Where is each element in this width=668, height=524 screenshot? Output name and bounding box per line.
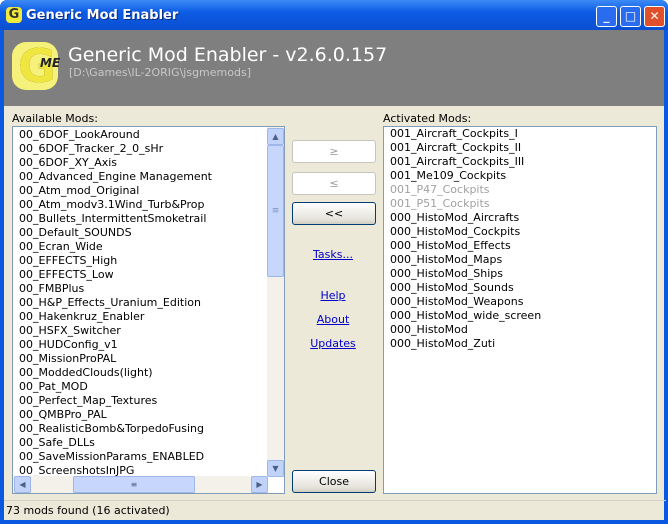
scroll-right-button[interactable]: ▶	[251, 476, 268, 493]
activated-mod-item[interactable]: 001_Aircraft_Cockpits_I	[384, 127, 656, 141]
available-mod-item[interactable]: 00_QMBPro_PAL	[13, 408, 284, 422]
mods-path: [D:\Games\IL-2ORIG\jsgmemods]	[69, 66, 251, 79]
available-mod-item[interactable]: 00_H&P_Effects_Uranium_Edition	[13, 296, 284, 310]
available-mod-item[interactable]: 00_Default_SOUNDS	[13, 226, 284, 240]
available-mod-item[interactable]: 00_Hakenkruz_Enabler	[13, 310, 284, 324]
activated-mod-item[interactable]: 000_HistoMod_Sounds	[384, 281, 656, 295]
activated-mod-item[interactable]: 000_HistoMod_Effects	[384, 239, 656, 253]
activated-mod-item[interactable]: 001_P51_Cockpits	[384, 197, 656, 211]
scroll-thumb[interactable]: ≡	[267, 145, 284, 277]
available-mod-item[interactable]: 00_FMBPlus	[13, 282, 284, 296]
logo-subtext: ME	[40, 56, 61, 70]
available-mod-item[interactable]: 00_Perfect_Map_Textures	[13, 394, 284, 408]
available-mod-item[interactable]: 00_Pat_MOD	[13, 380, 284, 394]
activated-mod-item[interactable]: 000_HistoMod_Weapons	[384, 295, 656, 309]
activated-mod-item[interactable]: 000_HistoMod_Maps	[384, 253, 656, 267]
activated-mod-item[interactable]: 000_HistoMod	[384, 323, 656, 337]
available-mod-item[interactable]: 00_Bullets_IntermittentSmoketrail	[13, 212, 284, 226]
activated-mod-item[interactable]: 001_Me109_Cockpits	[384, 169, 656, 183]
about-link[interactable]: About	[292, 313, 374, 326]
activate-button[interactable]: ≥	[292, 140, 376, 163]
horizontal-scroll-thumb[interactable]: ≡	[73, 476, 195, 493]
available-mod-item[interactable]: 00_ModdedClouds(light)	[13, 366, 284, 380]
updates-link[interactable]: Updates	[292, 337, 374, 350]
available-mod-item[interactable]: 00_RealisticBomb&TorpedoFusing	[13, 422, 284, 436]
app-title: Generic Mod Enabler - v2.6.0.157	[68, 44, 388, 66]
vertical-scrollbar[interactable]: ▲ ≡ ▼	[267, 127, 284, 477]
available-mod-item[interactable]: 00_6DOF_XY_Axis	[13, 156, 284, 170]
app-icon: G	[6, 7, 22, 23]
activated-mods-list[interactable]: 001_Aircraft_Cockpits_I 001_Aircraft_Cock…	[383, 126, 657, 494]
activated-mod-item[interactable]: 000_HistoMod_Cockpits	[384, 225, 656, 239]
activated-mod-item[interactable]: 000_HistoMod_wide_screen	[384, 309, 656, 323]
activated-mod-item[interactable]: 000_HistoMod_Ships	[384, 267, 656, 281]
available-mod-item[interactable]: 00_Safe_DLLs	[13, 436, 284, 450]
help-link[interactable]: Help	[292, 289, 374, 302]
activated-mod-item[interactable]: 000_HistoMod_Zuti	[384, 337, 656, 351]
available-mod-item[interactable]: 00_Atm_modv3.1Wind_Turb&Prop	[13, 198, 284, 212]
available-mod-item[interactable]: 00_EFFECTS_High	[13, 254, 284, 268]
tasks-link[interactable]: Tasks...	[292, 248, 374, 261]
header-banner: G ME Generic Mod Enabler - v2.6.0.157 [D:…	[4, 30, 664, 106]
scroll-down-button[interactable]: ▼	[267, 460, 284, 477]
window-title: Generic Mod Enabler	[26, 8, 179, 23]
gme-logo: G ME	[12, 42, 61, 90]
status-bar: 73 mods found (16 activated)	[4, 500, 666, 521]
available-mod-item[interactable]: 00_EFFECTS_Low	[13, 268, 284, 282]
minimize-button[interactable]: _	[596, 6, 617, 27]
deactivate-button[interactable]: ≤	[292, 172, 376, 195]
maximize-button[interactable]: □	[620, 6, 641, 27]
activated-mod-item[interactable]: 001_Aircraft_Cockpits_III	[384, 155, 656, 169]
available-mods-label: Available Mods:	[12, 112, 98, 125]
available-mod-item[interactable]: 00_MissionProPAL	[13, 352, 284, 366]
deactivate-all-button[interactable]: <<	[292, 202, 376, 225]
horizontal-scrollbar[interactable]: ◀ ≡ ▶	[13, 476, 268, 493]
activated-mod-item[interactable]: 001_P47_Cockpits	[384, 183, 656, 197]
available-mod-item[interactable]: 00_6DOF_LookAround	[13, 128, 284, 142]
available-mod-item[interactable]: 00_SaveMissionParams_ENABLED	[13, 450, 284, 464]
scroll-left-button[interactable]: ◀	[14, 476, 31, 493]
activated-mods-label: Activated Mods:	[383, 112, 472, 125]
available-mod-item[interactable]: 00_HUDConfig_v1	[13, 338, 284, 352]
close-window-button[interactable]: ✕	[644, 6, 665, 27]
activated-mod-item[interactable]: 000_HistoMod_Aircrafts	[384, 211, 656, 225]
title-bar[interactable]: G Generic Mod Enabler _ □ ✕	[0, 0, 668, 30]
available-mod-item[interactable]: 00_Advanced_Engine Management	[13, 170, 284, 184]
available-mod-item[interactable]: 00_6DOF_Tracker_2_0_sHr	[13, 142, 284, 156]
main-window: G Generic Mod Enabler _ □ ✕ G ME Generic …	[0, 0, 668, 524]
available-mod-item[interactable]: 00_Atm_mod_Original	[13, 184, 284, 198]
close-button[interactable]: Close	[292, 470, 376, 493]
available-mod-item[interactable]: 00_Ecran_Wide	[13, 240, 284, 254]
client-area: G ME Generic Mod Enabler - v2.6.0.157 [D:…	[4, 30, 666, 521]
scroll-up-button[interactable]: ▲	[267, 128, 284, 145]
available-mods-list[interactable]: 00_6DOF_LookAround 00_6DOF_Tracker_2_0_sH…	[12, 126, 285, 494]
activated-mod-item[interactable]: 001_Aircraft_Cockpits_II	[384, 141, 656, 155]
available-mod-item[interactable]: 00_HSFX_Switcher	[13, 324, 284, 338]
